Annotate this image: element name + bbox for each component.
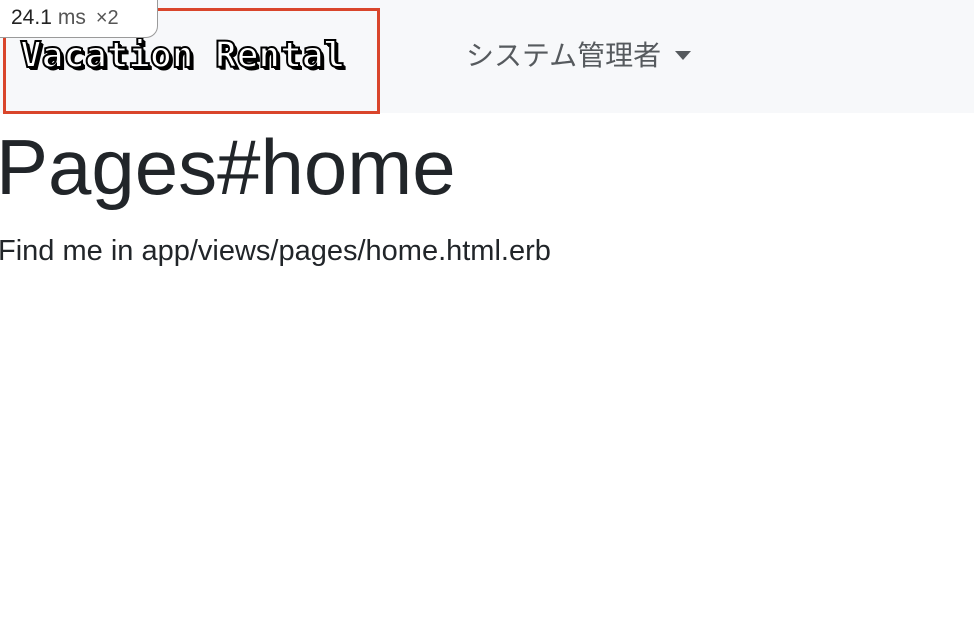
admin-dropdown-label: システム管理者	[466, 39, 662, 72]
page-hint-text: Find me in app/views/pages/home.html.erb	[0, 235, 551, 267]
profiler-multiplier: ×2	[95, 7, 119, 29]
page-title: Pages#home	[0, 123, 456, 211]
profiler-time: 24.1	[11, 6, 52, 29]
caret-down-icon	[675, 50, 692, 60]
navbar: Vacation Rental 24.1 ms ×2 システム管理者	[0, 0, 974, 114]
profiler-badge[interactable]: 24.1 ms ×2	[0, 0, 158, 38]
admin-dropdown-toggle[interactable]: システム管理者	[466, 38, 692, 74]
brand-link[interactable]: Vacation Rental	[19, 37, 346, 75]
profiler-unit: ms	[57, 6, 86, 29]
